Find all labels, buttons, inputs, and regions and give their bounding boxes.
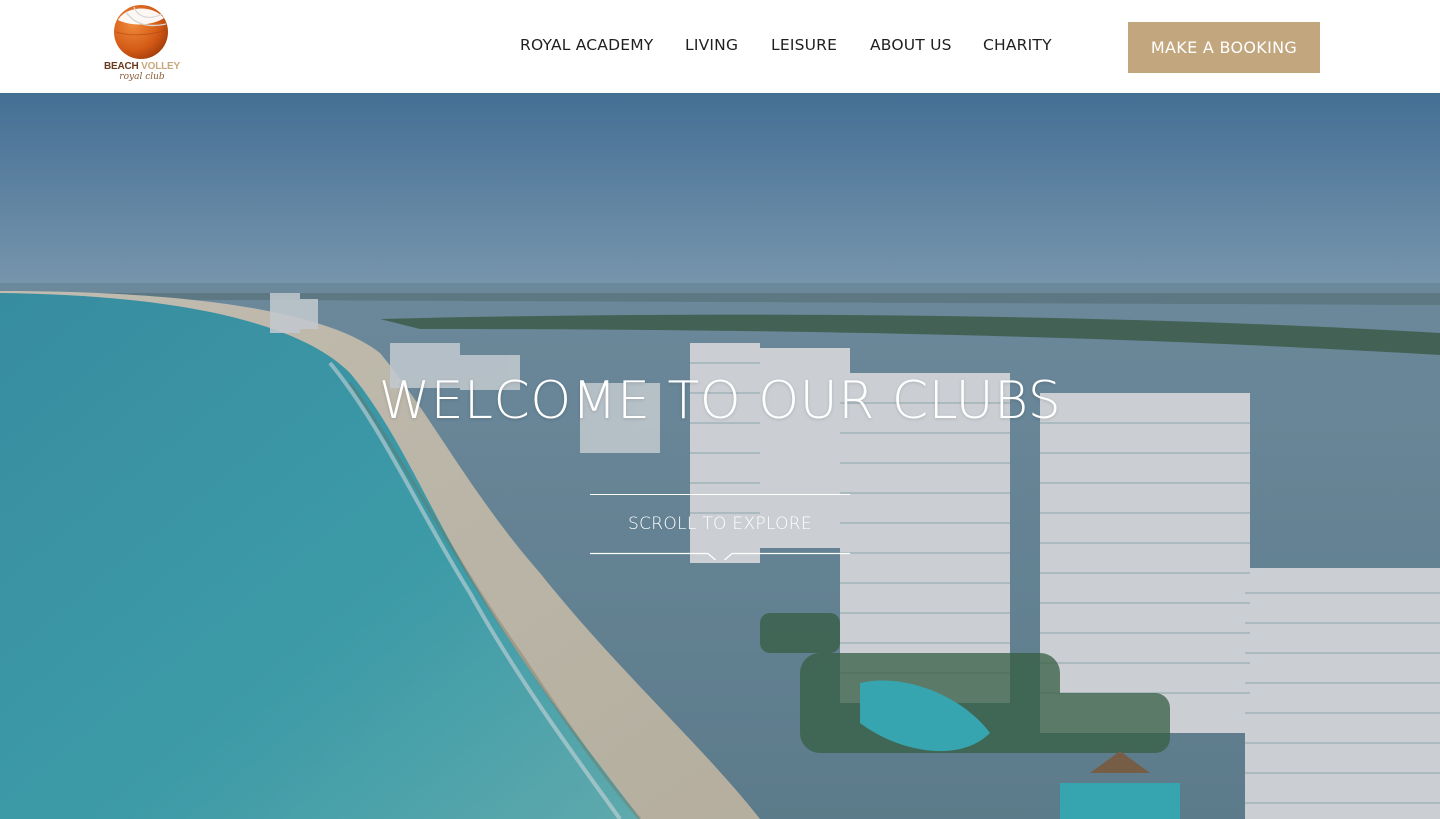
scroll-divider-top — [590, 494, 850, 495]
nav-item-about-us[interactable]: ABOUT US — [870, 36, 952, 54]
scroll-to-explore[interactable]: SCROLL TO EXPLORE — [590, 494, 850, 566]
nav-item-living[interactable]: LIVING — [685, 36, 738, 54]
make-booking-button[interactable]: MAKE A BOOKING — [1128, 22, 1320, 73]
hero-overlay — [0, 93, 1440, 819]
hero-section: WELCOME TO OUR CLUBS SCROLL TO EXPLORE — [0, 93, 1440, 819]
nav-item-royal-academy[interactable]: ROYAL ACADEMY — [520, 36, 653, 54]
brand-logo[interactable]: BEACH VOLLEY royal club — [104, 2, 180, 88]
volleyball-icon — [114, 5, 168, 59]
brand-name: BEACH VOLLEY — [104, 61, 180, 72]
brand-word-beach: BEACH — [104, 61, 139, 72]
brand-tagline: royal club — [119, 72, 165, 82]
site-header: BEACH VOLLEY royal club ROYAL ACADEMY LI… — [0, 0, 1440, 93]
hero-title: WELCOME TO OUR CLUBS — [378, 371, 1062, 431]
scroll-label: SCROLL TO EXPLORE — [628, 514, 812, 534]
nav-item-charity[interactable]: CHARITY — [983, 36, 1052, 54]
nav-item-leisure[interactable]: LEISURE — [771, 36, 837, 54]
brand-word-volley: VOLLEY — [141, 61, 180, 72]
chevron-down-icon — [590, 552, 850, 560]
